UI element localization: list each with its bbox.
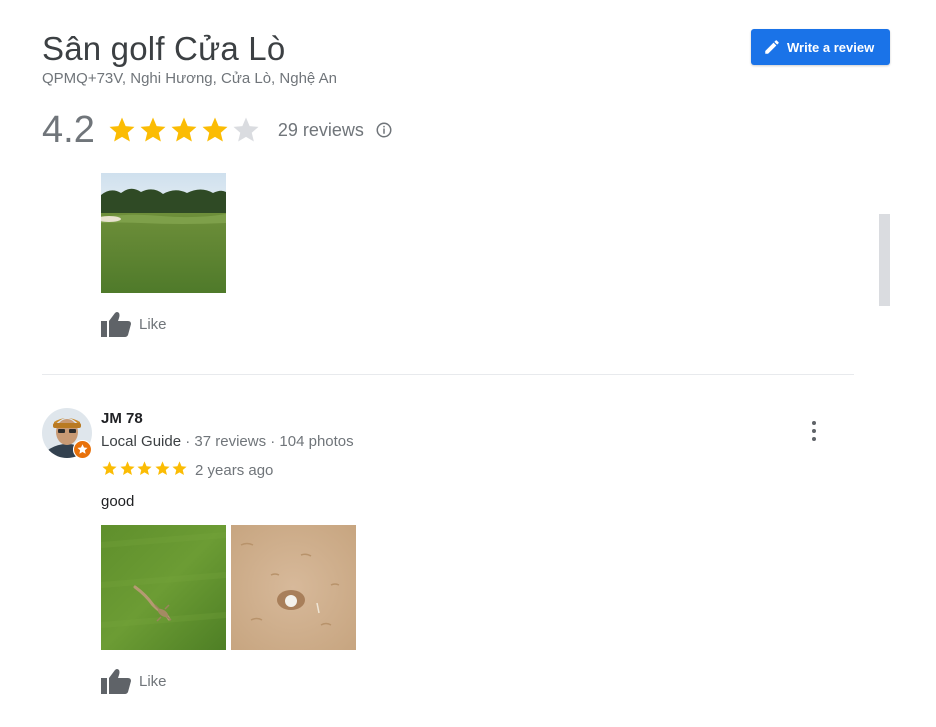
author-name[interactable]: JM 78 bbox=[101, 410, 143, 427]
thumbs-up-icon bbox=[101, 669, 131, 694]
star-empty-icon bbox=[233, 117, 259, 142]
like-button[interactable]: Like bbox=[101, 311, 167, 337]
write-review-label: Write a review bbox=[787, 39, 875, 55]
review-time: 2 years ago bbox=[195, 462, 274, 479]
star-icon bbox=[102, 461, 117, 476]
review-photo[interactable] bbox=[231, 525, 356, 650]
like-label: Like bbox=[139, 672, 167, 690]
review-photo[interactable] bbox=[101, 173, 226, 293]
local-guide-label: Local Guide bbox=[101, 433, 182, 450]
scrollbar-thumb[interactable] bbox=[879, 214, 890, 306]
author-meta: Local Guide · 37 reviews · 104 photos bbox=[101, 433, 354, 450]
star-icon bbox=[137, 461, 152, 476]
review-text: good bbox=[101, 493, 135, 510]
write-review-button[interactable]: Write a review bbox=[751, 29, 890, 65]
thumbs-up-icon bbox=[101, 312, 131, 337]
review-photo[interactable] bbox=[101, 525, 226, 650]
star-icon bbox=[171, 117, 197, 142]
pencil-icon bbox=[765, 40, 779, 54]
rating-value: 4.2 bbox=[42, 108, 95, 151]
star-icon bbox=[119, 461, 135, 476]
star-icon bbox=[140, 117, 166, 142]
author-stats: · 37 reviews · 104 photos bbox=[181, 433, 354, 450]
more-options-button[interactable] bbox=[804, 420, 824, 442]
review-count[interactable]: 29 reviews bbox=[278, 120, 364, 141]
rating-stars bbox=[107, 115, 262, 145]
local-guide-badge-icon bbox=[73, 440, 92, 459]
star-icon bbox=[202, 117, 228, 142]
review-divider bbox=[42, 374, 854, 375]
like-label: Like bbox=[139, 315, 167, 333]
review-stars bbox=[101, 460, 189, 477]
star-icon bbox=[172, 461, 187, 476]
rating-summary: 4.2 29 reviews bbox=[42, 108, 393, 152]
info-icon[interactable] bbox=[375, 121, 393, 139]
place-title: Sân golf Cửa Lò bbox=[42, 30, 286, 67]
more-vert-icon bbox=[812, 421, 816, 425]
like-button[interactable]: Like bbox=[101, 668, 167, 694]
place-address: QPMQ+73V, Nghi Hương, Cửa Lò, Nghệ An bbox=[42, 70, 337, 87]
star-icon bbox=[154, 461, 170, 476]
star-icon bbox=[109, 117, 135, 142]
